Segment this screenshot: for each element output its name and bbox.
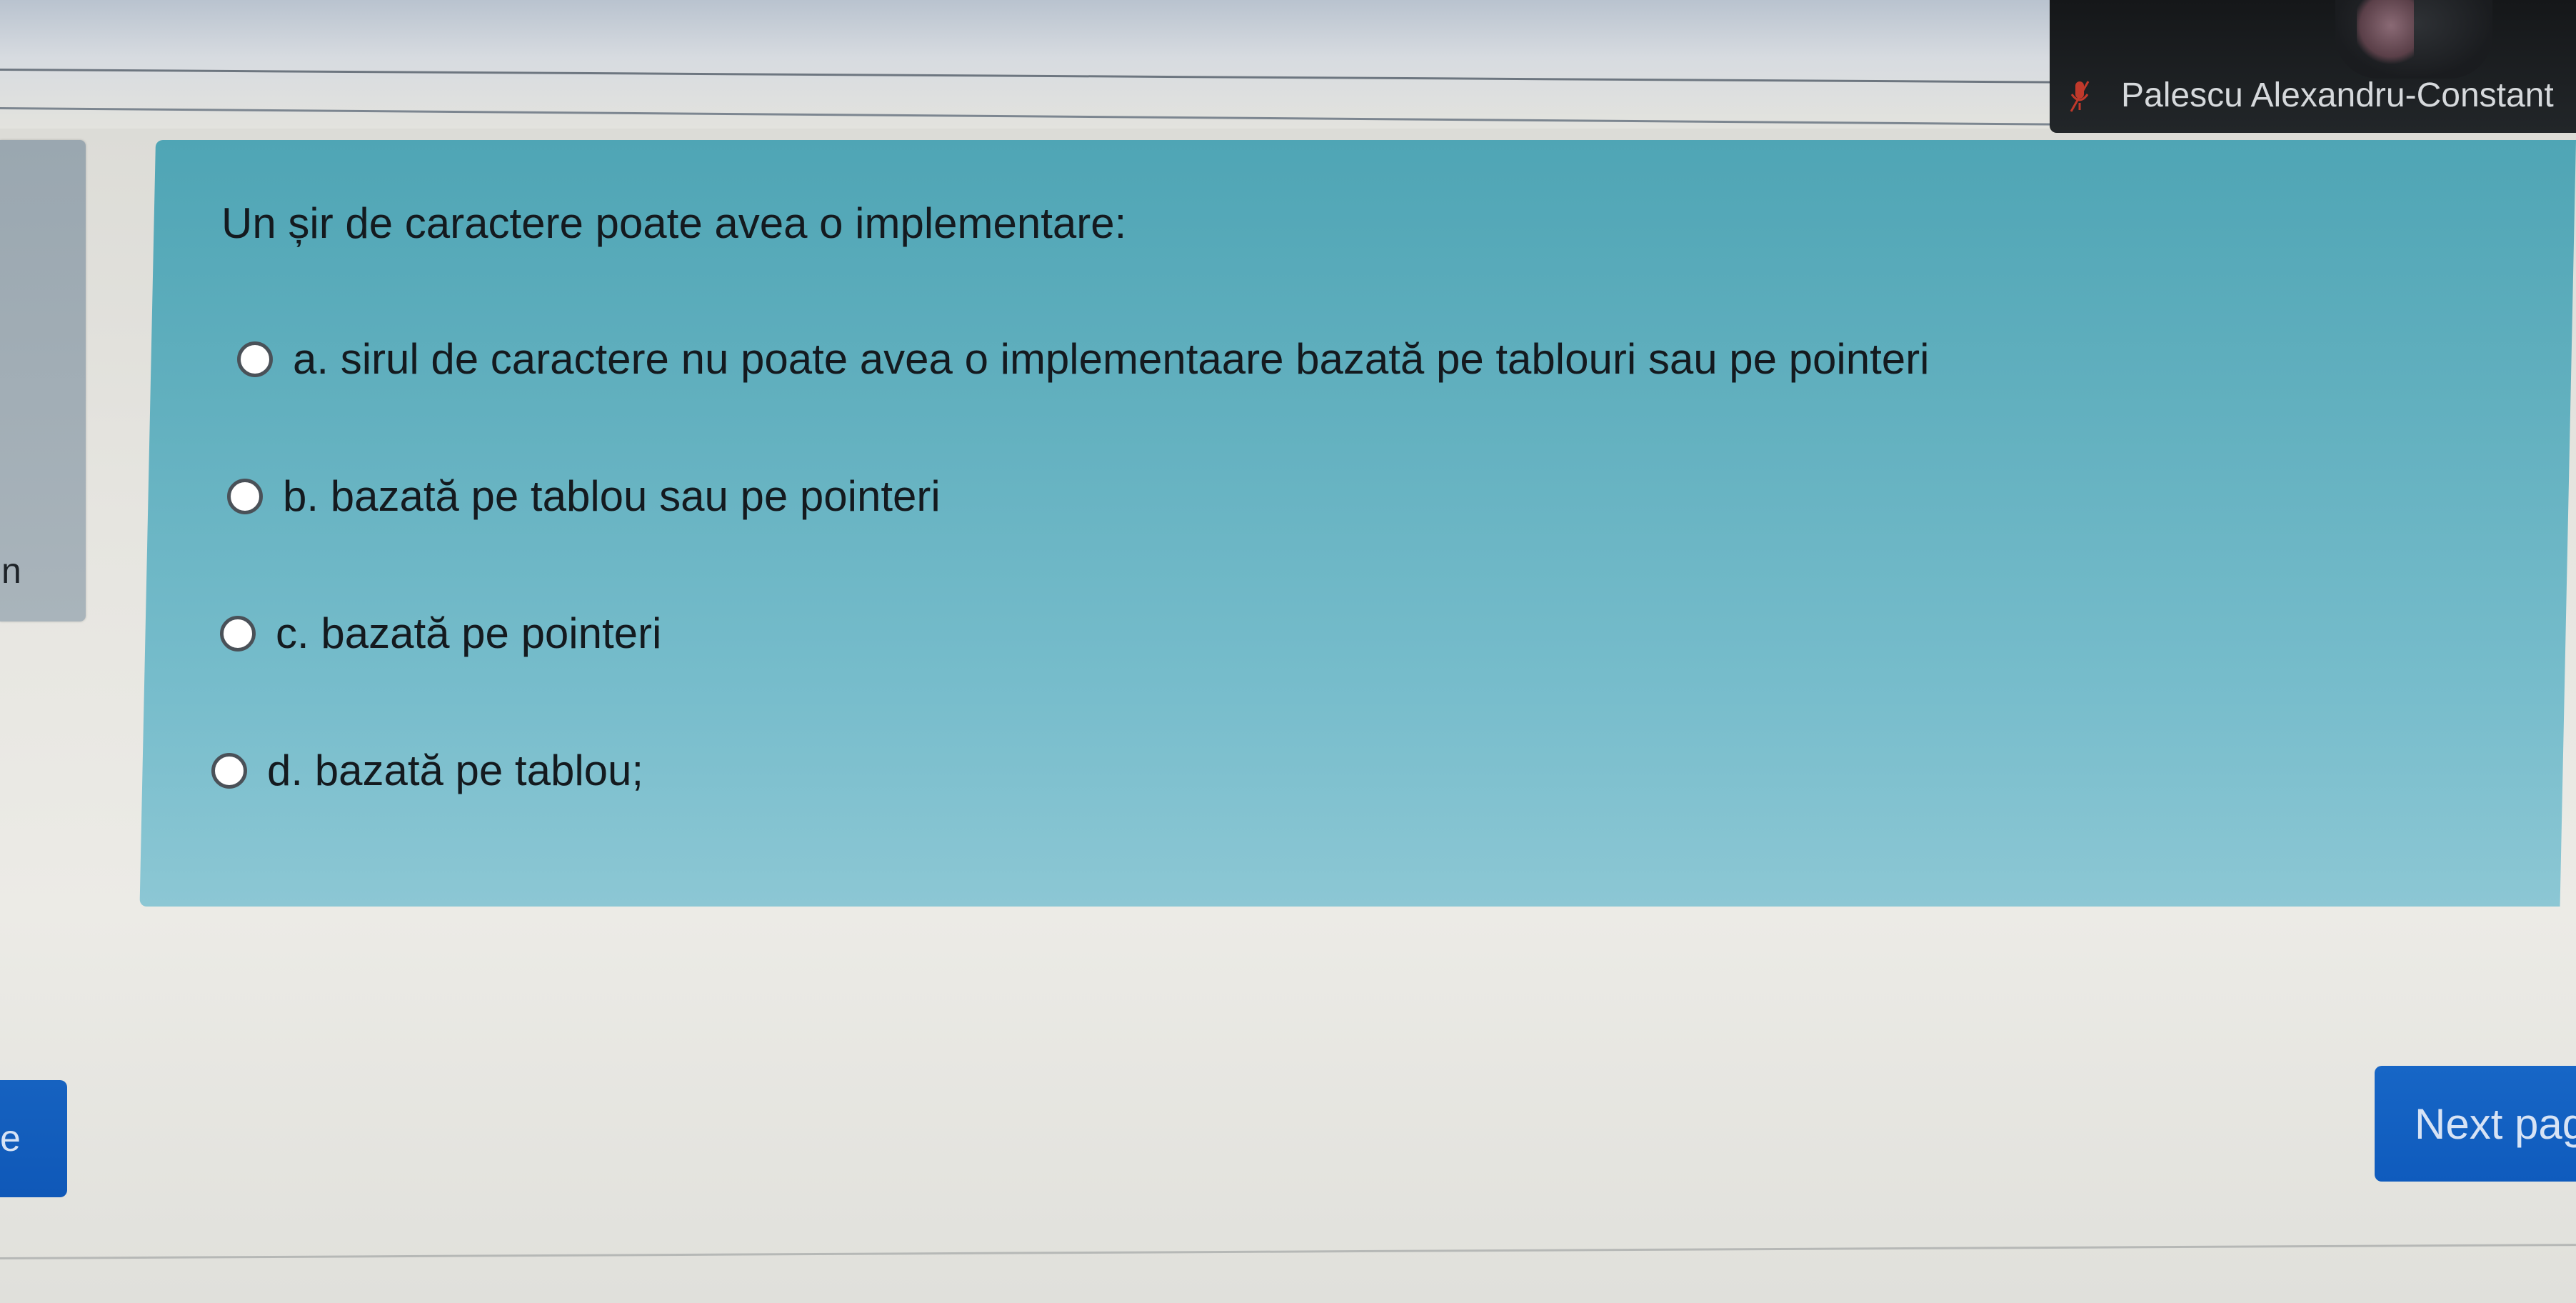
quiz-navigation-text: n	[1, 551, 21, 591]
answer-option-c[interactable]: c. bazată pe pointeri	[220, 609, 661, 658]
answer-label-d: d. bazată pe tablou;	[267, 747, 644, 794]
radio-button-b[interactable]	[227, 478, 263, 514]
mic-muted-icon	[2070, 81, 2090, 112]
answer-label-a: a. sirul de caractere nu poate avea o im…	[293, 335, 1930, 383]
radio-button-c[interactable]	[220, 615, 256, 652]
participant-name: Palescu Alexandru-Constant	[2121, 76, 2554, 114]
divider-line	[0, 1244, 2576, 1259]
answer-option-b[interactable]: b. bazată pe tablou sau pe pointeri	[227, 471, 941, 521]
radio-button-d[interactable]	[211, 752, 247, 789]
answer-option-d[interactable]: d. bazată pe tablou;	[211, 746, 643, 795]
quiz-navigation-panel[interactable]	[0, 140, 86, 621]
next-page-button[interactable]: Next pag	[2375, 1066, 2576, 1182]
participant-video-detail	[2357, 0, 2414, 64]
radio-button-a[interactable]	[237, 341, 273, 377]
previous-page-button[interactable]: e	[0, 1080, 67, 1197]
answer-label-b: b. bazată pe tablou sau pe pointeri	[283, 472, 941, 520]
answer-label-c: c. bazată pe pointeri	[276, 609, 662, 657]
question-text: Un șir de caractere poate avea o impleme…	[221, 199, 1127, 247]
answer-option-a[interactable]: a. sirul de caractere nu poate avea o im…	[237, 334, 1929, 384]
